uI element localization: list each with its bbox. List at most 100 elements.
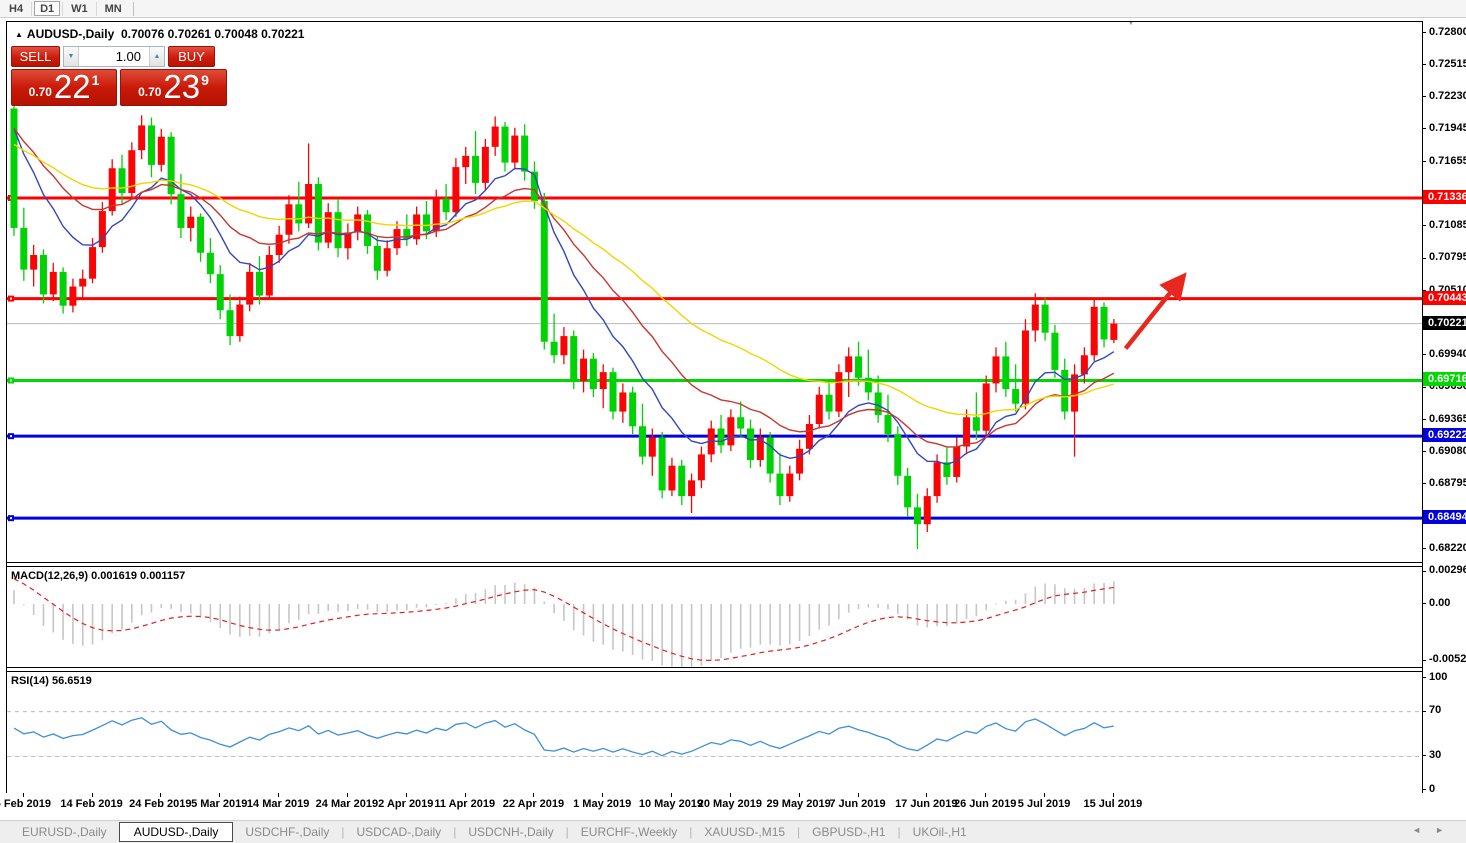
axis-tick [1422,789,1426,790]
date-tick [347,793,348,797]
date-tick-label: 14 Feb 2019 [60,798,122,810]
date-tick-label: 5 Feb 2019 [0,798,51,810]
price-tick-label: 0.72800 [1429,26,1466,39]
axis-tick [1422,603,1426,604]
tab-scroll-right-icon[interactable]: ► [1435,825,1458,835]
macd-label: MACD(12,26,9) 0.001619 0.001157 [11,570,185,582]
price-tick-label: 0.72515 [1429,58,1466,71]
tab-scroll-arrows: ◄► [1412,825,1458,835]
macd-tick-label: 0.002962 [1429,564,1466,577]
date-tick-label: 10 May 2019 [639,798,703,810]
macd-canvas [7,567,1422,667]
buy-quote-box[interactable]: 0.70 23 9 [120,69,227,106]
trend-arrow-annotation[interactable] [1126,279,1182,349]
axis-tick [1422,483,1426,484]
chart-tab-eurchf-weekly[interactable]: EURCHF-,Weekly [569,823,689,841]
collapse-panel-icon[interactable]: ▲ [15,30,23,39]
volume-decrease-icon[interactable]: ▼ [64,47,79,66]
chart-tab-usdchf-daily[interactable]: USDCHF-,Daily [233,823,341,841]
date-tick-label: 29 May 2019 [766,798,830,810]
price-tick-label: 0.68795 [1429,477,1466,490]
timeframe-button-d1[interactable]: D1 [34,1,60,16]
axis-tick [1422,451,1426,452]
sell-button[interactable]: SELL [11,46,60,67]
date-tick [730,793,731,797]
rsi-tick-label: 0 [1429,783,1435,796]
rsi-panel[interactable]: RSI(14) 56.6519 [7,672,1422,793]
chart-tab-eurusd-daily[interactable]: EURUSD-,Daily [10,823,119,841]
rsi-tick-label: 30 [1429,749,1441,762]
toolbar-separator [96,2,97,16]
date-tick [985,793,986,797]
tab-scroll-left-icon[interactable]: ◄ [1412,825,1435,835]
macd-panel[interactable]: MACD(12,26,9) 0.001619 0.001157 [7,567,1422,667]
ohlc-readout: 0.70076 0.70261 0.70048 0.70221 [121,27,305,41]
main-chart-panel[interactable]: ▲AUDUSD-,Daily 0.70076 0.70261 0.70048 0… [7,22,1422,562]
macd-tick-label: -0.005255 [1429,653,1466,666]
sell-quote-box[interactable]: 0.70 22 1 [11,69,117,106]
price-axis[interactable]: 0.728000.725150.722300.719450.716550.710… [1424,0,1466,843]
rsi-label: RSI(14) 56.6519 [11,675,92,687]
date-tick [533,793,534,797]
timeframe-button-mn[interactable]: MN [99,1,128,16]
date-axis[interactable]: 5 Feb 201914 Feb 201924 Feb 20195 Mar 20… [0,793,1423,817]
chart-window: ▲AUDUSD-,Daily 0.70076 0.70261 0.70048 0… [6,21,1423,793]
date-tick [602,793,603,797]
hline-price-badge: 0.69716 [1423,372,1466,386]
axis-tick [1422,387,1426,388]
date-tick-label: 5 Mar 2019 [191,798,247,810]
date-tick [926,793,927,797]
axis-tick [1422,660,1426,661]
chart-tab-xauusd-m15[interactable]: XAUUSD-,M15 [692,823,797,841]
axis-tick [1422,354,1426,355]
axis-tick [1422,258,1426,259]
chart-tab-gbpusd-h1[interactable]: GBPUSD-,H1 [800,823,897,841]
sell-price-pipette: 1 [92,72,100,88]
date-tick-label: 22 Apr 2019 [503,798,564,810]
chart-tab-audusd-daily[interactable]: AUDUSD-,Daily [119,822,234,842]
buy-price-big: 23 [163,72,200,102]
date-tick-label: 5 Jul 2019 [1018,798,1071,810]
chart-tab-ukoil-h1[interactable]: UKOil-,H1 [901,823,979,841]
buy-button[interactable]: BUY [168,46,215,67]
chart-tab-usdcad-daily[interactable]: USDCAD-,Daily [345,823,454,841]
hline-price-badge: 0.71336 [1423,190,1466,204]
timeframe-button-h4[interactable]: H4 [3,1,29,16]
timeframe-button-w1[interactable]: W1 [65,1,94,16]
volume-stepper: ▼ ▲ [63,46,165,67]
rsi-tick-label: 100 [1429,671,1447,684]
date-tick [92,793,93,797]
axis-tick [1422,419,1426,420]
date-tick-label: 15 Jul 2019 [1083,798,1142,810]
date-tick [278,793,279,797]
date-tick-label: 14 Mar 2019 [247,798,309,810]
date-tick-label: 26 Jun 2019 [954,798,1016,810]
axis-tick [1422,161,1426,162]
chart-collapse-handle-icon[interactable]: ▼ [1127,22,1135,27]
price-tick-label: 0.71085 [1429,219,1466,232]
buy-price-pipette: 9 [201,72,209,88]
toolbar-separator [31,2,32,16]
axis-tick [1422,711,1426,712]
date-tick-label: 24 Mar 2019 [316,798,378,810]
date-tick [160,793,161,797]
axis-tick [1422,32,1426,33]
axis-tick [1422,548,1426,549]
macd-tick-label: 0.00 [1429,597,1450,610]
chart-tab-usdcnh-daily[interactable]: USDCNH-,Daily [456,823,565,841]
date-tick [671,793,672,797]
chart-tab-bar: EURUSD-,DailyAUDUSD-,DailyUSDCHF-,Daily|… [0,820,1466,843]
price-tick-label: 0.69080 [1429,445,1466,458]
price-tick-label: 0.71655 [1429,155,1466,168]
toolbar-separator [62,2,63,16]
date-tick [219,793,220,797]
toolbar-separator [133,2,134,16]
volume-input[interactable] [79,47,149,66]
date-tick [858,793,859,797]
date-tick-label: 1 May 2019 [573,798,631,810]
axis-tick [1422,225,1426,226]
date-tick-label: 11 Apr 2019 [434,798,495,810]
date-tick [1044,793,1045,797]
volume-increase-icon[interactable]: ▲ [149,47,164,66]
axis-tick [1422,755,1426,756]
